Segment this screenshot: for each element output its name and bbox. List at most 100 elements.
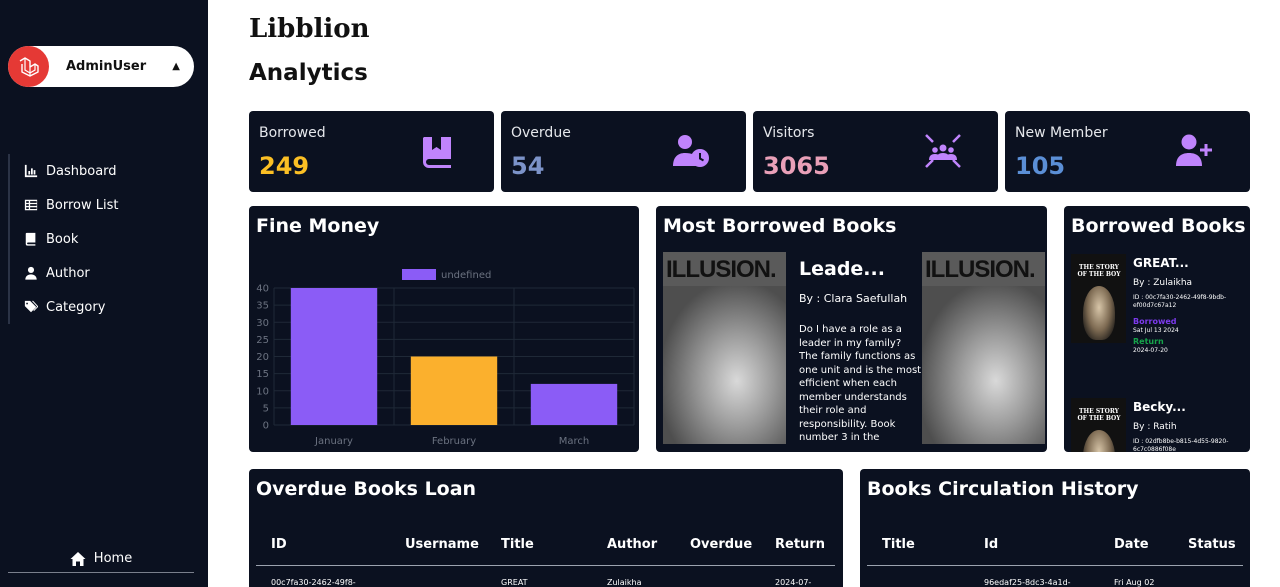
user-plus-icon: [1176, 134, 1212, 166]
y-tick-label: 10: [256, 386, 269, 397]
panel-title: Books Circulation History: [867, 478, 1139, 500]
book-meta: Becky... By : Ratih ID : 02dfb8be-b815-4…: [1133, 400, 1245, 452]
user-clock-icon: [673, 135, 709, 167]
sidebar-nav: Dashboard Borrow List Book Author Catego…: [8, 154, 198, 324]
sidebar: AdminUser ▲ Dashboard Borrow List Book A…: [0, 0, 208, 587]
column-header[interactable]: ID: [271, 537, 287, 552]
book-author: By : Clara Saefullah: [799, 292, 908, 305]
book-author: By : Ratih: [1133, 422, 1177, 432]
stat-card-new-member: New Member 105: [1005, 111, 1250, 192]
book-id: ID : 00c7fa30-2462-49f8-9bdb-ef00d7c67a1…: [1133, 294, 1227, 309]
column-header[interactable]: Status: [1188, 537, 1236, 552]
fine-money-panel: Fine Money 0 5 10 15 20 25 30 35 40 January Febru…: [249, 206, 639, 452]
book-cover[interactable]: ILLUSION.: [663, 252, 786, 444]
return-label: Return: [1133, 337, 1164, 346]
cover-title: ILLUSION.: [925, 256, 1036, 283]
bar-january[interactable]: [290, 288, 378, 425]
list-item[interactable]: THE STORY OF THE BOY GREAT... By : Zulai…: [1071, 254, 1243, 384]
most-borrowed-panel: Most Borrowed Books ILLUSION. Leade... B…: [656, 206, 1047, 452]
sidebar-item-label: Book: [46, 231, 79, 247]
table-cell: 00c7fa30-2462-49f8-: [271, 578, 356, 587]
column-header[interactable]: Id: [984, 537, 998, 552]
stat-label: Visitors: [763, 125, 815, 141]
cover-art: [663, 286, 786, 444]
book-meta: GREAT... By : Zulaikha ID : 00c7fa30-246…: [1133, 256, 1245, 354]
column-header[interactable]: Title: [882, 537, 915, 552]
stat-label: New Member: [1015, 125, 1108, 141]
book-author: By : Zulaikha: [1133, 278, 1193, 288]
stat-card-overdue: Overdue 54: [501, 111, 746, 192]
borrowed-books-panel: Borrowed Books THE STORY OF THE BOY GREA…: [1064, 206, 1250, 452]
x-tick-label: February: [432, 436, 476, 447]
book-icon: [25, 232, 36, 246]
legend-swatch: [402, 269, 436, 280]
column-header[interactable]: Title: [501, 537, 534, 552]
y-tick-label: 15: [256, 369, 269, 380]
cover-title: THE STORY OF THE BOY: [1077, 408, 1121, 422]
sidebar-item-borrow-list[interactable]: Borrow List: [24, 188, 198, 222]
column-header[interactable]: Overdue: [690, 537, 752, 552]
borrowed-date: Sat Jul 13 2024: [1133, 327, 1179, 334]
y-tick-label: 25: [256, 335, 269, 346]
cover-art: [1083, 286, 1115, 340]
sidebar-item-author[interactable]: Author: [24, 256, 198, 290]
avatar: [8, 46, 49, 87]
tags-icon: [24, 300, 38, 313]
book-description: Do I have a role as a leader in my famil…: [799, 324, 922, 446]
cover-title: THE STORY OF THE BOY: [1077, 264, 1121, 278]
stat-value: 249: [259, 152, 310, 180]
book-title[interactable]: Leade...: [799, 258, 922, 280]
bar-february[interactable]: [410, 356, 498, 426]
overdue-panel: Overdue Books Loan ID Username Title Aut…: [249, 469, 843, 587]
book-cover[interactable]: ILLUSION.: [922, 252, 1045, 444]
stat-card-borrowed: Borrowed 249: [249, 111, 494, 192]
user-menu[interactable]: AdminUser ▲: [8, 46, 194, 87]
fine-money-chart: 0 5 10 15 20 25 30 35 40 January February March un…: [256, 269, 635, 447]
cover-art: [922, 286, 1045, 444]
table-divider: [256, 565, 835, 566]
stat-label: Overdue: [511, 125, 571, 141]
stat-label: Borrowed: [259, 125, 326, 141]
brand-title: Libblion: [249, 14, 370, 44]
table-divider: [867, 565, 1243, 566]
borrowed-label: Borrowed: [1133, 317, 1177, 326]
sidebar-item-label: Category: [46, 299, 106, 315]
book-title: Becky...: [1133, 400, 1186, 414]
table-cell: 2024-07-: [775, 578, 812, 587]
cover-title: ILLUSION.: [666, 256, 777, 283]
sidebar-item-book[interactable]: Book: [24, 222, 198, 256]
y-tick-label: 5: [263, 403, 269, 414]
circulation-panel: Books Circulation History Title Id Date …: [860, 469, 1250, 587]
x-tick-label: March: [559, 436, 589, 447]
caret-up-icon: ▲: [172, 61, 180, 72]
laravel-logo-icon: [19, 56, 39, 77]
legend-label: undefined: [441, 270, 491, 281]
y-tick-label: 30: [256, 318, 269, 329]
list-item[interactable]: THE STORY OF THE BOY Becky... By : Ratih…: [1071, 398, 1243, 452]
return-date: 2024-07-20: [1133, 347, 1168, 354]
home-label: Home: [93, 551, 133, 566]
book-title: GREAT...: [1133, 256, 1189, 270]
table-cell: Fri Aug 02: [1114, 578, 1155, 587]
stat-card-visitors: Visitors 3065: [753, 111, 998, 192]
panel-title: Borrowed Books: [1071, 215, 1246, 237]
sidebar-item-category[interactable]: Category: [24, 290, 198, 324]
table-cell: GREAT: [501, 578, 528, 587]
sidebar-item-dashboard[interactable]: Dashboard: [24, 154, 198, 188]
sidebar-item-label: Author: [46, 265, 90, 281]
column-header[interactable]: Author: [607, 537, 657, 552]
x-tick-label: January: [314, 436, 353, 447]
table-cell: 96edaf25-8dc3-4a1d-: [984, 578, 1071, 587]
home-link[interactable]: Home: [8, 545, 194, 573]
table-cell: Zulaikha: [607, 578, 642, 587]
column-header[interactable]: Return: [775, 537, 825, 552]
book-cover: THE STORY OF THE BOY: [1071, 398, 1126, 452]
bar-march[interactable]: [530, 383, 618, 425]
y-tick-label: 40: [256, 284, 269, 295]
users-viewfinder-icon: [925, 134, 961, 168]
sidebar-item-label: Dashboard: [46, 163, 117, 179]
column-header[interactable]: Username: [405, 537, 479, 552]
column-header[interactable]: Date: [1114, 537, 1149, 552]
cover-art: [1083, 430, 1115, 452]
most-borrowed-info: Leade... By : Clara Saefullah Do I have …: [799, 258, 922, 446]
